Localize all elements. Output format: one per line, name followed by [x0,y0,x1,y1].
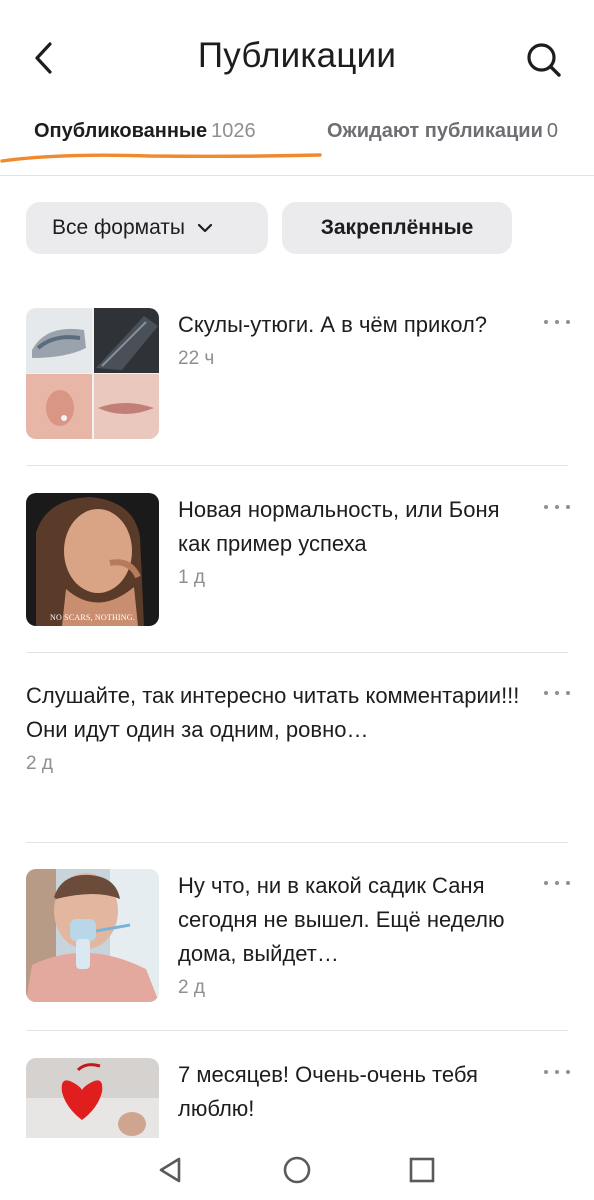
thumbnail-caption: NO SCARS, NOTHING. [50,613,135,622]
divider [26,842,568,843]
post-title: Слушайте, так интересно читать комментар… [26,683,520,742]
triangle-back-icon [159,1157,181,1183]
post-thumbnail [26,1058,159,1140]
divider [26,465,568,466]
tab-pending-label: Ожидают публикации [327,120,543,142]
post-thumbnail: NO SCARS, NOTHING. [26,493,159,626]
search-button[interactable] [522,38,566,82]
divider [26,652,568,653]
pinned-label: Закреплённые [320,216,474,239]
post-thumbnail [26,308,159,439]
formats-label: Все форматы [52,216,186,239]
pinned-filter-button[interactable]: Закреплённые [282,202,512,254]
tab-published-count: 1026 [211,120,256,142]
filter-bar: Все форматы Закреплённые [26,202,512,254]
list-item[interactable]: Скулы-утюги. А в чём прикол? 22 ч [26,308,570,439]
list-item[interactable]: 7 месяцев! Очень-очень тебя люблю! [26,1058,570,1140]
list-item[interactable]: NO SCARS, NOTHING. Новая нормальность, и… [26,493,570,626]
system-navigation-bar [0,1138,594,1200]
nav-back-button[interactable] [152,1152,188,1188]
list-item[interactable]: Слушайте, так интересно читать комментар… [26,679,570,819]
tab-pending[interactable]: Ожидают публикации 0 [327,120,558,143]
post-time: 1 д [178,567,205,588]
more-options-button[interactable] [544,875,570,891]
nav-home-button[interactable] [279,1152,315,1188]
circle-home-icon [283,1156,311,1184]
more-options-button[interactable] [544,1064,570,1080]
tab-pending-count: 0 [546,120,558,142]
tab-published[interactable]: Опубликованные 1026 [34,120,256,143]
formats-dropdown[interactable]: Все форматы [26,202,268,254]
search-icon [527,43,561,77]
post-title: Скулы-утюги. А в чём прикол? [178,312,488,337]
post-thumbnail [26,869,159,1002]
more-options-button[interactable] [544,499,570,515]
post-title: 7 месяцев! Очень-очень тебя люблю! [178,1062,478,1121]
publication-tabs: Опубликованные 1026 Ожидают публикации 0 [0,110,594,176]
divider [26,1030,568,1031]
post-title: Ну что, ни в какой садик Саня сегодня не… [178,873,505,966]
more-options-button[interactable] [544,685,570,701]
list-item[interactable]: Ну что, ни в какой садик Саня сегодня не… [26,869,570,1002]
active-tab-underline [0,153,322,163]
more-options-button[interactable] [544,314,570,330]
chevron-down-icon [197,223,213,233]
page-title: Публикации [197,36,397,75]
post-title: Новая нормальность, или Боня как пример … [178,497,500,556]
tab-published-label: Опубликованные [34,120,208,142]
post-time: 2 д [26,753,53,774]
post-time: 22 ч [178,348,215,369]
post-time: 2 д [178,977,205,998]
nav-recents-button[interactable] [404,1152,440,1188]
app-header: Публикации [0,0,594,110]
square-recents-icon [409,1157,435,1183]
